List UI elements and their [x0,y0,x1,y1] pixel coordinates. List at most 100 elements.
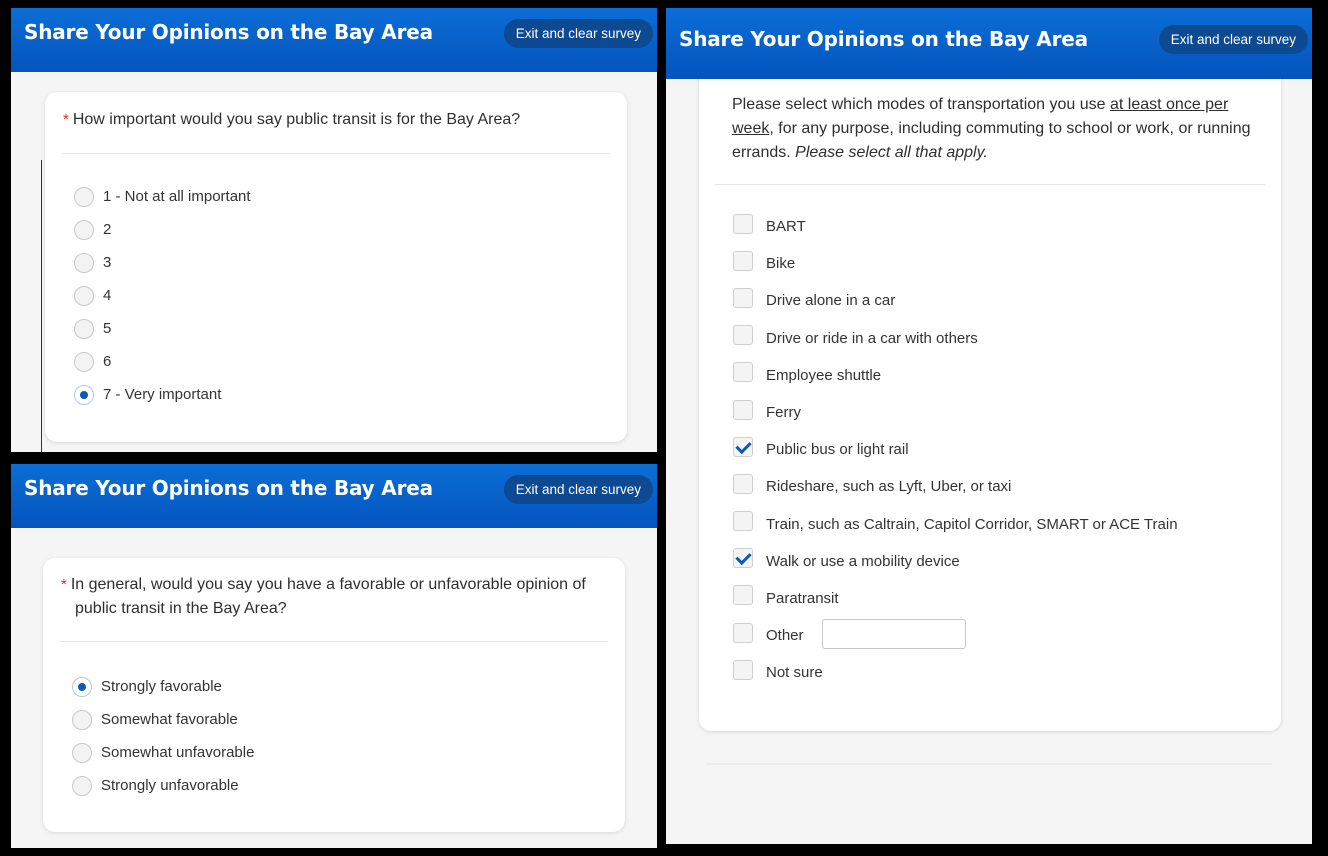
checkbox-label: Train, such as Caltrain, Capitol Corrido… [766,515,1178,533]
survey-title: Share Your Opinions on the Bay Area [679,27,1088,51]
required-asterisk: * [61,576,67,593]
checkbox-checked[interactable] [733,436,753,457]
divider [62,153,610,154]
radio-option[interactable]: Somewhat favorable [72,703,254,736]
checkbox-label: Walk or use a mobility device [766,552,960,570]
required-asterisk: * [63,111,69,128]
radio-button[interactable] [72,775,92,796]
survey-header: Share Your Opinions on the Bay Area Exit… [666,8,1312,79]
checkbox[interactable] [733,659,753,680]
checkbox-option[interactable]: Train, such as Caltrain, Capitol Corrido… [733,506,1178,543]
checkbox-option[interactable]: Rideshare, such as Lyft, Uber, or taxi [733,468,1178,505]
checkbox-label: Bike [766,255,796,273]
radio-label: 1 - Not at all important [103,188,251,205]
radio-button[interactable] [74,186,94,207]
radio-label: 6 [103,353,112,370]
checkbox-label: Paratransit [766,589,839,607]
other-text-input[interactable] [821,618,966,649]
checkbox-checked[interactable] [733,548,753,569]
radio-button[interactable] [74,351,94,372]
checkbox[interactable] [733,399,753,420]
checkbox-label: Other [766,627,804,645]
checkbox[interactable] [733,325,753,346]
checkbox-option[interactable]: Bike [733,245,1178,282]
footer-divider [706,763,1272,765]
radio-button[interactable] [74,285,94,306]
checkbox-label: Drive or ride in a car with others [766,329,978,347]
checkbox[interactable] [733,585,753,606]
radio-button[interactable] [72,742,92,763]
radio-label: Strongly favorable [101,678,222,695]
checkbox-label: Rideshare, such as Lyft, Uber, or taxi [766,478,1012,496]
checkbox[interactable] [733,250,753,271]
question-text: Please select which modes of transportat… [732,96,1251,161]
radio-button-selected[interactable] [74,384,94,405]
radio-option[interactable]: 4 [74,279,251,312]
divider-line [41,160,42,452]
radio-label: Strongly unfavorable [101,777,239,794]
checkbox[interactable] [733,622,753,643]
radio-label: Somewhat favorable [101,711,238,728]
checkbox-option-checked[interactable]: Walk or use a mobility device [733,543,1178,580]
checkbox-option[interactable]: Drive alone in a car [733,282,1178,319]
checkbox-label: Ferry [766,404,801,422]
question-card-transport-modes: Please select which modes of transportat… [699,68,1281,731]
radio-option[interactable]: 6 [74,345,251,378]
checkbox-option[interactable]: Not sure [733,654,1178,691]
checkbox-option[interactable]: Employee shuttle [733,357,1178,394]
checkbox-label: Drive alone in a car [766,292,896,310]
checkbox-label: BART [766,218,806,236]
radio-option[interactable]: Strongly unfavorable [72,769,254,802]
radio-group-opinion: Strongly favorable Somewhat favorable So… [72,670,254,802]
survey-panel-q3: Please select which modes of transportat… [666,8,1312,844]
radio-label: Somewhat unfavorable [101,744,255,761]
radio-label: 4 [103,287,112,304]
divider [60,641,608,642]
radio-option-selected[interactable]: 7 - Very important [74,378,251,411]
survey-panel-q1: Share Your Opinions on the Bay Area Exit… [11,8,657,452]
question-text: * In general, would you say you have a fa… [61,576,586,617]
checkbox-option[interactable]: BART [733,208,1178,245]
radio-option[interactable]: 3 [74,246,251,279]
checkbox-option[interactable]: Ferry [733,394,1178,431]
radio-button[interactable] [74,318,94,339]
checkbox[interactable] [733,287,753,308]
radio-button-selected[interactable] [72,676,92,697]
checkbox-label: Not sure [766,664,823,682]
question-card-transit-importance: * How important would you say public tran… [45,92,627,442]
exit-clear-survey-button[interactable]: Exit and clear survey [1158,25,1308,54]
checkbox-option[interactable]: Drive or ride in a car with others [733,320,1178,357]
radio-label: 7 - Very important [103,386,222,403]
radio-option[interactable]: 2 [74,213,251,246]
checkbox[interactable] [733,511,753,532]
checkbox-label: Employee shuttle [766,366,882,384]
survey-title: Share Your Opinions on the Bay Area [24,20,433,44]
survey-header: Share Your Opinions on the Bay Area Exit… [11,464,657,528]
radio-label: 2 [103,221,112,238]
exit-clear-survey-button[interactable]: Exit and clear survey [503,475,653,504]
radio-option[interactable]: 1 - Not at all important [74,180,251,213]
divider [715,184,1265,185]
radio-group-importance: 1 - Not at all important 2 3 4 5 6 7 - V… [74,180,251,411]
radio-option-selected[interactable]: Strongly favorable [72,670,254,703]
radio-option[interactable]: Somewhat unfavorable [72,736,254,769]
exit-clear-survey-button[interactable]: Exit and clear survey [503,19,653,48]
radio-button[interactable] [72,709,92,730]
checkbox[interactable] [733,213,753,234]
radio-button[interactable] [74,219,94,240]
checkbox-label: Public bus or light rail [766,441,909,459]
checkbox-option-other[interactable]: Other [733,617,1178,654]
emphasis-italic: Please select all that apply. [795,144,988,161]
radio-label: 5 [103,320,112,337]
checkbox-option-checked[interactable]: Public bus or light rail [733,431,1178,468]
survey-title: Share Your Opinions on the Bay Area [24,476,433,500]
radio-label: 3 [103,254,112,271]
checkbox[interactable] [733,362,753,383]
question-card-transit-opinion: * In general, would you say you have a fa… [43,558,625,832]
radio-option[interactable]: 5 [74,312,251,345]
radio-button[interactable] [74,252,94,273]
survey-panel-q2: Share Your Opinions on the Bay Area Exit… [11,464,657,848]
checkbox-option[interactable]: Paratransit [733,580,1178,617]
checkbox-group-modes: BART Bike Drive alone in a car Drive or … [733,208,1178,691]
checkbox[interactable] [733,473,753,494]
